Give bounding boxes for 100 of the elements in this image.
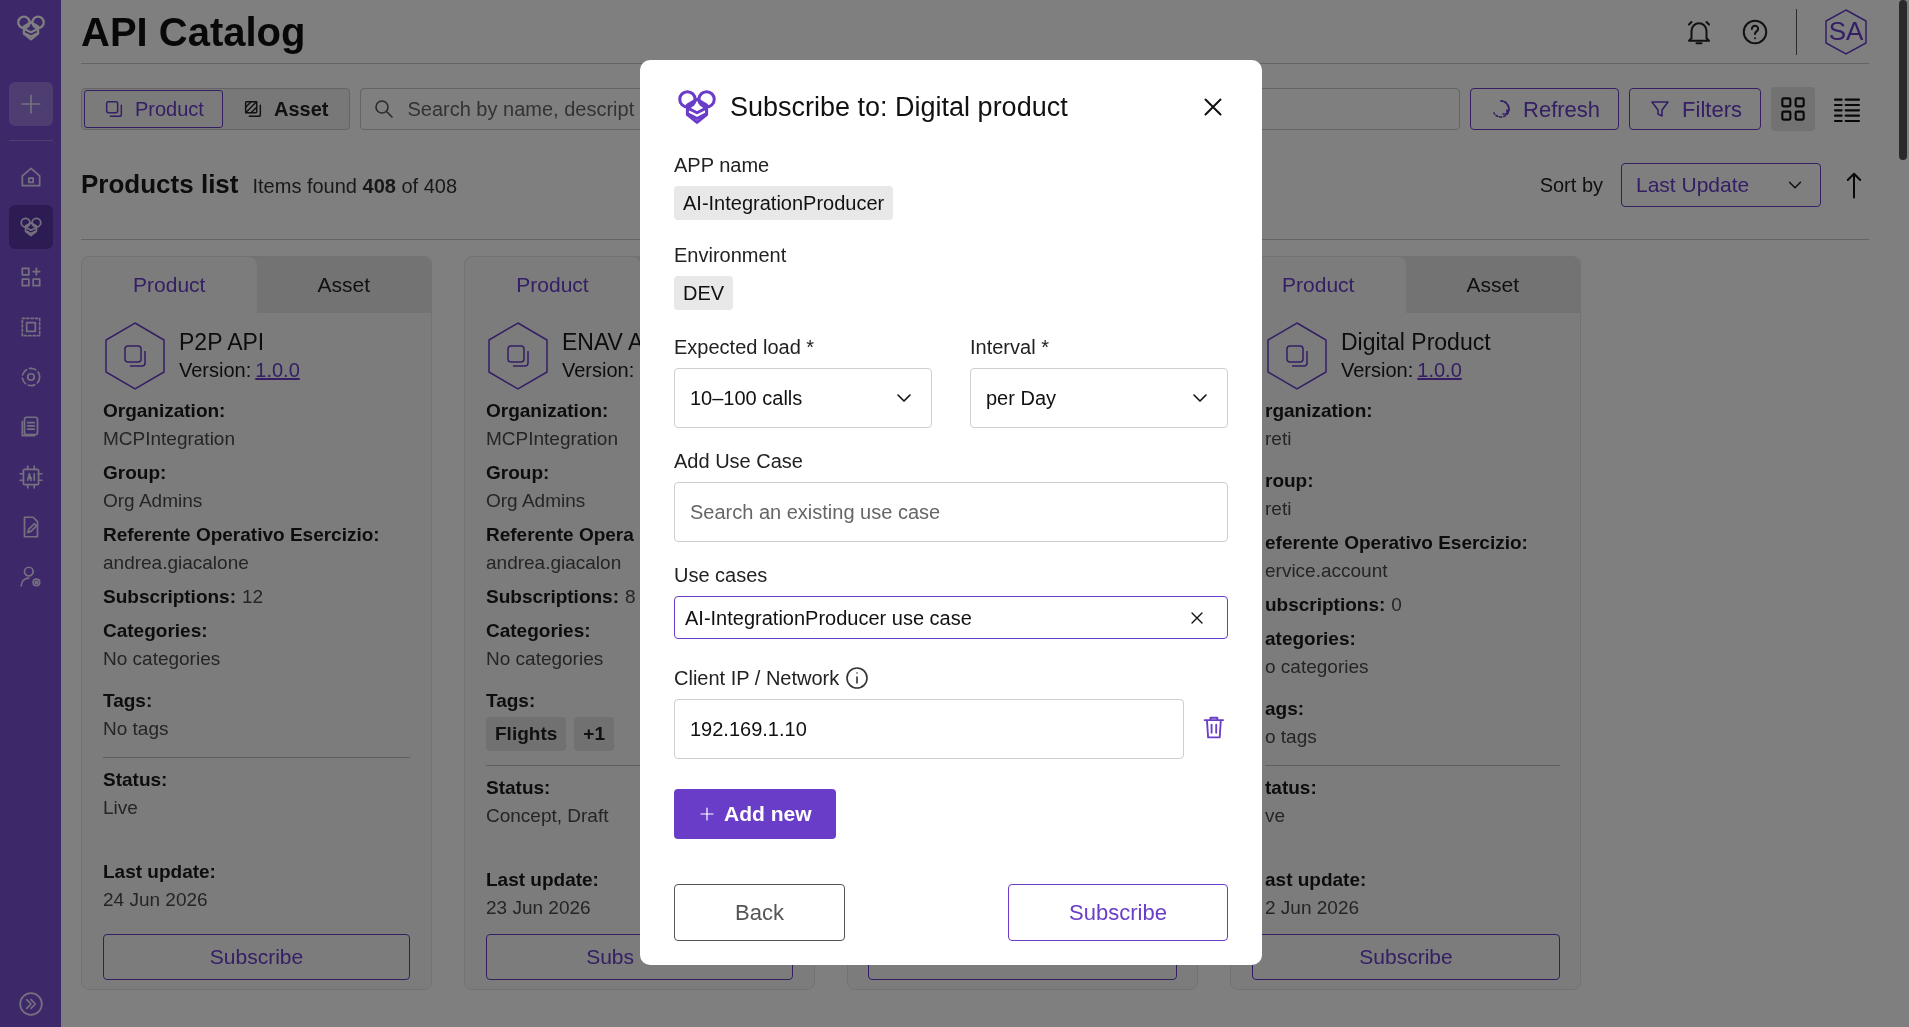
ip-address-field[interactable]: 192.169.1.10 xyxy=(674,699,1185,759)
field-label: Subscriptions: xyxy=(103,585,236,609)
field-value: 24 Jun 2026 xyxy=(103,888,208,912)
field-label: ags: xyxy=(1265,697,1305,721)
field-label: tatus: xyxy=(1265,776,1317,800)
version-label: Version: xyxy=(562,358,635,383)
version-label: Version: xyxy=(1341,358,1414,383)
card-tab[interactable]: Asset xyxy=(256,257,431,313)
field-label: eferente Operativo Esercizio: xyxy=(1265,531,1528,555)
field-value: Live xyxy=(103,796,138,820)
sort-label: Sort by xyxy=(1539,172,1603,198)
field-label: Categories: xyxy=(103,619,208,643)
product-icon xyxy=(1265,321,1329,391)
field-value: No categories xyxy=(486,647,604,671)
product-icon xyxy=(486,321,550,391)
field-value: ve xyxy=(1265,804,1286,828)
product-name: P2P API xyxy=(179,328,266,356)
card-tab[interactable]: Asset xyxy=(1405,257,1580,313)
field-value: andrea.giacalone xyxy=(103,551,249,575)
field-label: Group: xyxy=(486,461,550,485)
user-settings-icon xyxy=(17,564,44,590)
app-name-chip: AI-IntegrationProducer xyxy=(674,186,894,220)
field-label: Environment xyxy=(674,243,788,268)
environment-chip: DEV xyxy=(674,276,734,310)
field-value: 8 xyxy=(625,585,636,609)
field-value: No categories xyxy=(103,647,221,671)
page-title: API Catalog xyxy=(81,8,306,56)
field-value: Org Admins xyxy=(103,489,203,513)
card-tab[interactable]: Product xyxy=(82,257,257,313)
field-label: Subscriptions: xyxy=(486,585,619,609)
field-value: MCPIntegration xyxy=(486,427,618,451)
section-title: Products list xyxy=(81,168,239,201)
field-value: andrea.giacalon xyxy=(486,551,622,575)
field-value: Org Admins xyxy=(486,489,586,513)
field-label: Status: xyxy=(486,776,551,800)
expand-icon[interactable] xyxy=(17,991,44,1017)
items-count: Items found 408 of 408 xyxy=(252,173,458,199)
ai-chip-icon xyxy=(17,464,44,490)
subscribe-button[interactable]: Subscribe xyxy=(1008,884,1228,941)
subscribe-button[interactable]: Subscribe xyxy=(103,934,410,980)
field-label: Tags: xyxy=(486,689,536,713)
nav-plus-button[interactable] xyxy=(8,82,53,126)
back-button[interactable]: Back xyxy=(674,884,845,941)
plus-icon xyxy=(698,805,716,823)
field-value: Concept, Draft xyxy=(486,804,609,828)
field-label: Referente Opera xyxy=(486,523,634,547)
use-case-search-field[interactable]: Search an existing use case xyxy=(674,482,1228,542)
add-new-button[interactable]: Add new xyxy=(674,789,836,839)
field-value: No tags xyxy=(103,717,169,741)
field-value: 2 Jun 2026 xyxy=(1265,896,1360,920)
nav-bee-button[interactable] xyxy=(8,205,53,249)
field-label: ategories: xyxy=(1265,627,1356,651)
version-label: Version: xyxy=(179,358,252,383)
field-label: Last update: xyxy=(103,860,216,884)
sort-dropdown[interactable]: Last Update xyxy=(1621,162,1821,207)
card-tab[interactable]: Product xyxy=(465,257,640,313)
stacked-squares-icon xyxy=(103,98,125,120)
filters-button[interactable]: Filters xyxy=(1629,88,1761,130)
field-label: rganization: xyxy=(1265,399,1373,423)
field-label: Interval * xyxy=(970,335,1050,360)
field-value: 23 Jun 2026 xyxy=(486,896,591,920)
field-value: o categories xyxy=(1265,655,1369,679)
field-label: Categories: xyxy=(486,619,591,643)
field-value: reti xyxy=(1265,427,1292,451)
field-label: Organization: xyxy=(486,399,609,423)
field-label: Organization: xyxy=(103,399,226,423)
field-label: ast update: xyxy=(1265,868,1367,892)
field-label: Status: xyxy=(103,768,168,792)
field-label: APP name xyxy=(674,153,771,178)
tag: Flights xyxy=(486,717,567,751)
field-label: roup: xyxy=(1265,469,1314,493)
view-tab[interactable]: Product xyxy=(84,90,223,128)
field-value: reti xyxy=(1265,497,1292,521)
dialog-title: Subscribe to: Digital product xyxy=(730,90,1069,124)
tag: +1 xyxy=(574,717,614,751)
view-tab[interactable]: Asset xyxy=(222,90,348,128)
version-link[interactable]: 1.0.0 xyxy=(255,356,300,384)
field-label: Expected load * xyxy=(674,335,816,360)
field-label: Group: xyxy=(103,461,167,485)
field-label: Tags: xyxy=(103,689,153,713)
product-name: Digital Product xyxy=(1341,328,1491,356)
grid-view-button[interactable] xyxy=(1771,87,1815,131)
field-value: o tags xyxy=(1265,725,1317,749)
load-dropdown[interactable]: 10–100 calls xyxy=(674,368,932,428)
field-label: ubscriptions: xyxy=(1265,593,1386,617)
product-icon xyxy=(103,321,167,391)
interval-dropdown[interactable]: per Day xyxy=(970,368,1228,428)
user-avatar[interactable]: SA xyxy=(1823,7,1869,56)
field-label: Add Use Case xyxy=(674,449,804,474)
info-icon[interactable] xyxy=(845,666,870,690)
field-value: 12 xyxy=(242,585,264,609)
field-label: Referente Operativo Esercizio: xyxy=(103,523,380,547)
field-value: MCPIntegration xyxy=(103,427,235,451)
scrollbar-thumb[interactable] xyxy=(1899,0,1907,160)
refresh-button[interactable]: Refresh xyxy=(1470,88,1620,130)
field-label: Use cases xyxy=(674,563,769,588)
version-link[interactable]: 1.0.0 xyxy=(1417,356,1462,384)
subscribe-button[interactable]: Subscribe xyxy=(1252,934,1560,980)
use-case-select-field[interactable]: AI-IntegrationProducer use case xyxy=(674,596,1228,639)
field-value: ervice.account xyxy=(1265,559,1388,583)
